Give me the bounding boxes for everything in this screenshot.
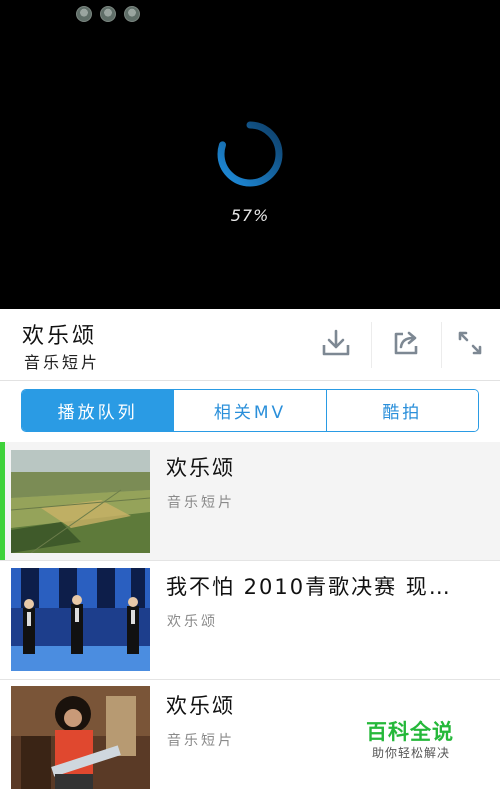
loading-progress-text: 57% — [230, 206, 270, 225]
video-player[interactable]: 57% — [0, 0, 500, 309]
status-bar-icons — [76, 6, 140, 22]
watermark-title: 百科全说 — [366, 720, 454, 744]
divider — [371, 322, 372, 368]
user-avatar-icon — [100, 6, 116, 22]
tab-kupai[interactable]: 酷拍 — [325, 390, 478, 431]
tab-play-queue[interactable]: 播放队列 — [22, 390, 174, 431]
share-icon — [394, 331, 418, 355]
list-item[interactable]: 欢乐颂 音乐短片 — [0, 442, 500, 560]
download-button[interactable] — [314, 321, 358, 365]
divider — [441, 322, 442, 368]
list-item-subtitle: 欢乐颂 — [167, 614, 218, 630]
now-playing-indicator — [0, 442, 5, 560]
video-thumbnail — [11, 450, 150, 553]
list-item-title: 欢乐颂 — [166, 694, 235, 718]
video-thumbnail — [11, 686, 150, 789]
video-thumbnail — [11, 568, 150, 671]
list-item[interactable]: 我不怕 2010青歌决赛 现… 欢乐颂 — [0, 561, 500, 679]
loading-spinner-icon — [217, 121, 283, 187]
share-button[interactable] — [384, 321, 428, 365]
user-avatar-icon — [124, 6, 140, 22]
video-subtitle: 音乐短片 — [24, 353, 101, 372]
list-item-title: 欢乐颂 — [166, 456, 235, 480]
video-title: 欢乐颂 — [22, 324, 98, 349]
video-info-bar: 欢乐颂 音乐短片 — [0, 309, 500, 381]
list-item-subtitle: 音乐短片 — [167, 495, 235, 511]
tab-bar: 播放队列 相关MV 酷拍 — [21, 389, 479, 432]
download-icon — [322, 329, 350, 356]
list-item-subtitle: 音乐短片 — [167, 733, 235, 749]
fullscreen-button[interactable] — [448, 321, 492, 365]
fullscreen-icon — [458, 331, 482, 355]
tab-related-mv[interactable]: 相关MV — [173, 390, 326, 431]
list-item-title: 我不怕 2010青歌决赛 现… — [166, 575, 452, 599]
watermark-subtitle: 助你轻松解决 — [372, 746, 451, 760]
user-avatar-icon — [76, 6, 92, 22]
